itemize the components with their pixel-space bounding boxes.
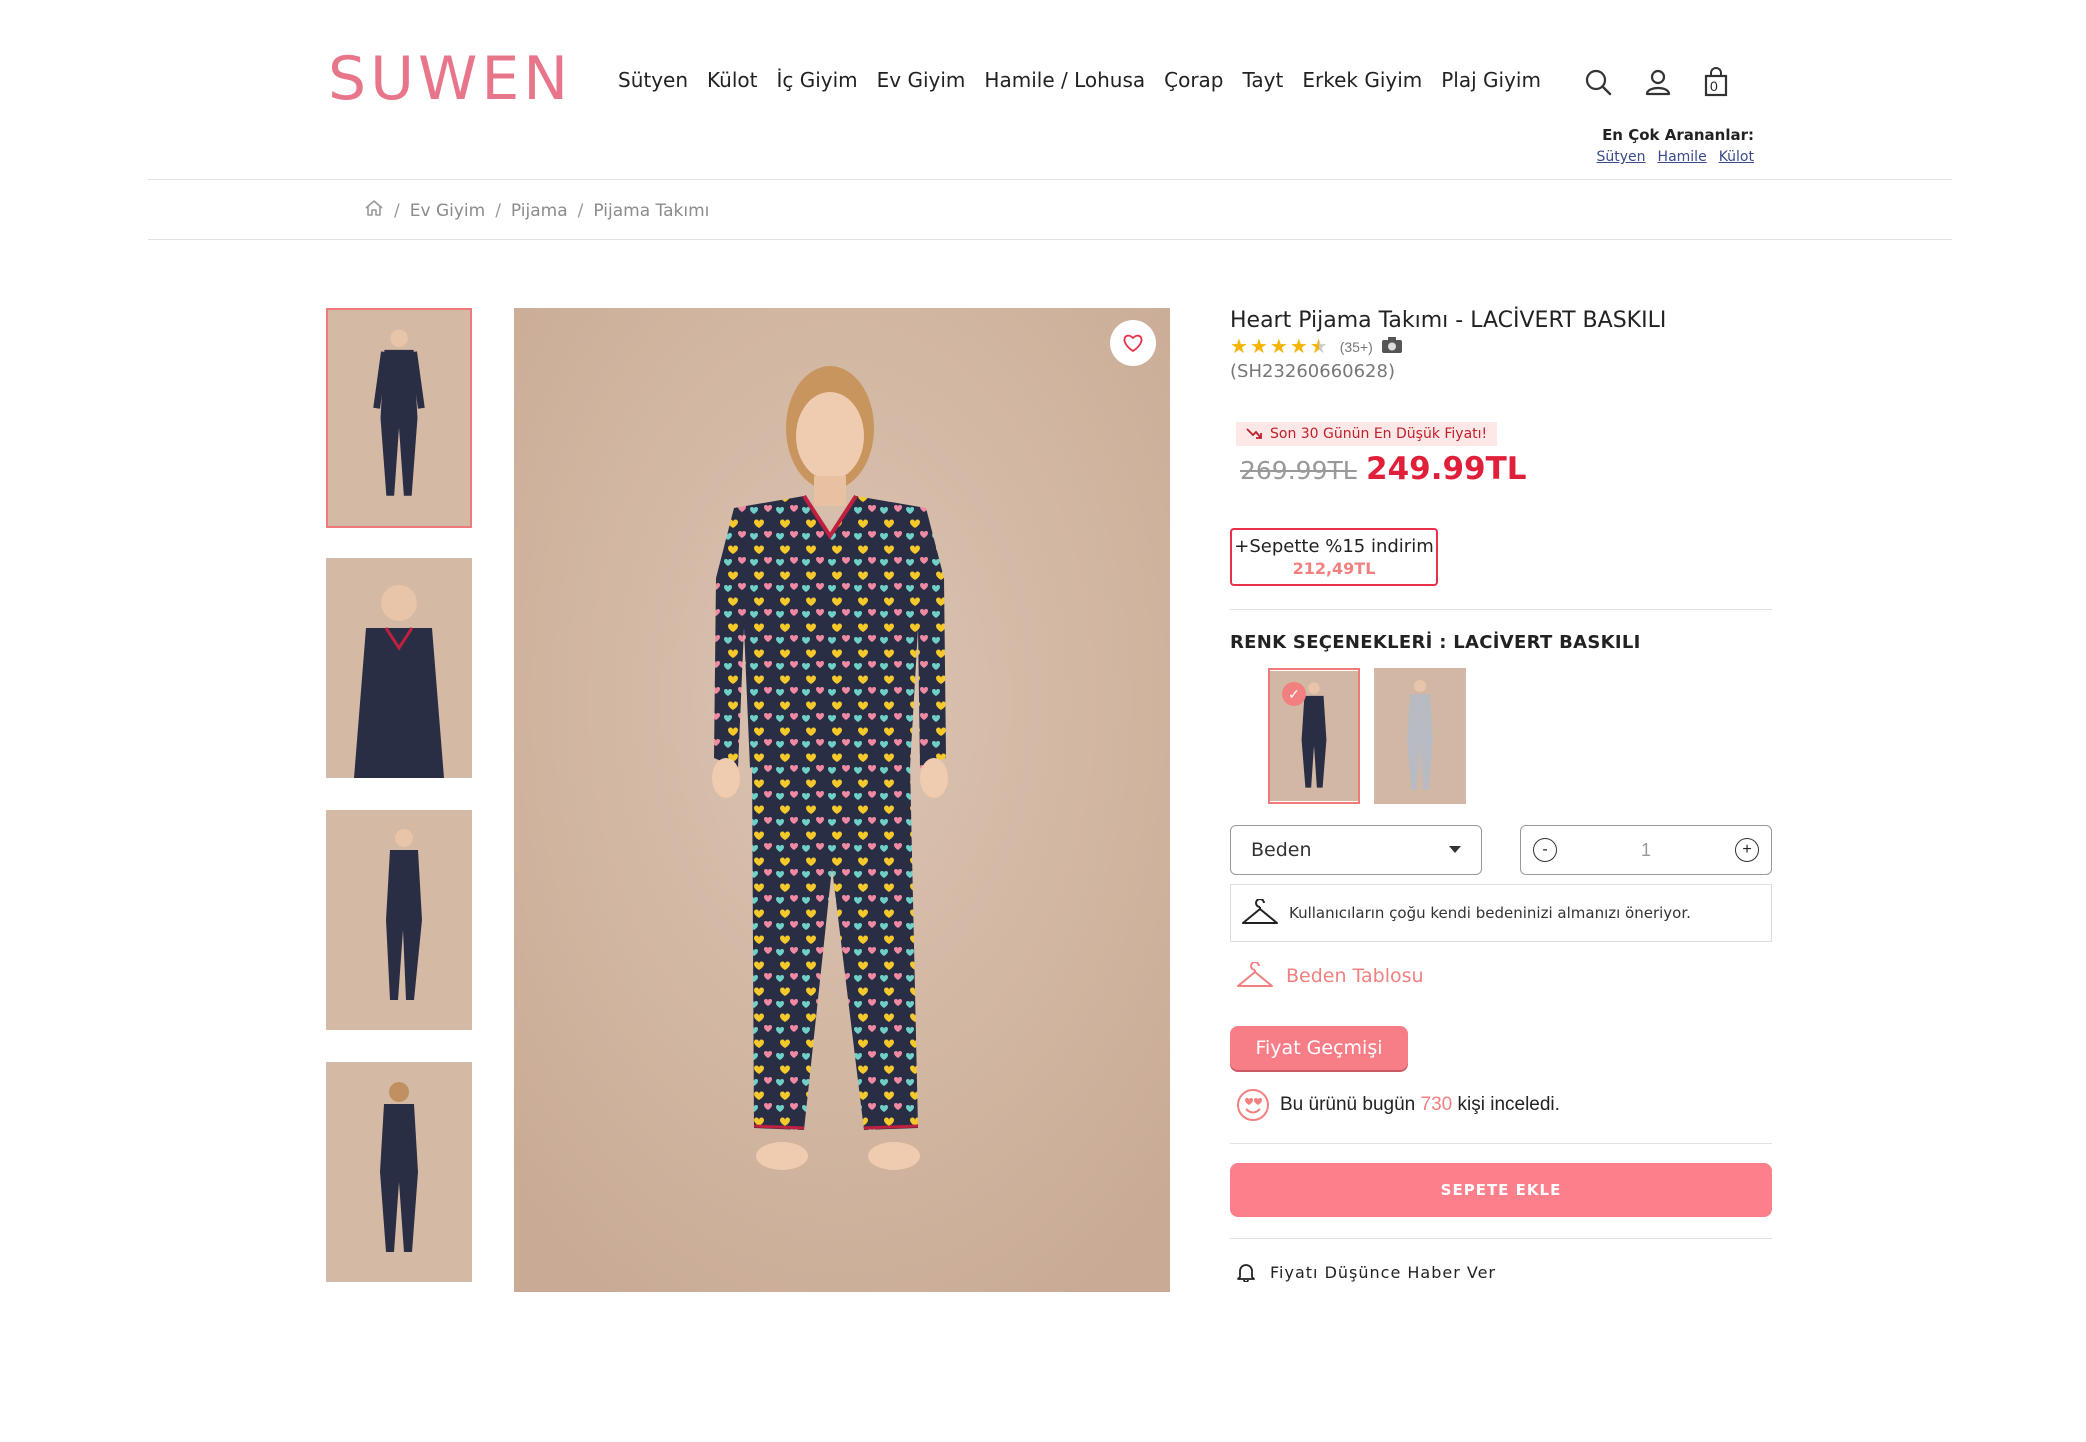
search-icon[interactable] xyxy=(1582,66,1614,98)
logo-text: SUWEN xyxy=(328,44,573,114)
nav-item-erkek-giyim[interactable]: Erkek Giyim xyxy=(1302,68,1422,92)
main-product-image[interactable] xyxy=(514,308,1170,1292)
breadcrumb-divider xyxy=(148,239,1952,240)
trend-down-icon xyxy=(1246,428,1262,439)
nav-item-ev-giyim[interactable]: Ev Giyim xyxy=(877,68,966,92)
half-star-icon: ★ xyxy=(1309,335,1328,358)
viewed-prefix: Bu ürünü bugün xyxy=(1280,1094,1416,1115)
cart-icon[interactable]: 0 xyxy=(1700,66,1732,98)
review-count: (35+) xyxy=(1339,338,1373,355)
nav-item-plaj-giyim[interactable]: Plaj Giyim xyxy=(1441,68,1541,92)
bell-icon xyxy=(1237,1264,1255,1282)
decrement-button[interactable]: - xyxy=(1533,838,1557,862)
breadcrumb-pijama-takimi: Pijama Takımı xyxy=(593,200,710,221)
divider xyxy=(1230,1238,1772,1239)
user-icon[interactable] xyxy=(1642,66,1674,98)
header-divider xyxy=(148,179,1952,180)
favorite-button[interactable] xyxy=(1110,320,1156,366)
thumbnail-3[interactable] xyxy=(326,810,472,1030)
viewed-today: Bu ürünü bugün 730 kişi inceledi. xyxy=(1236,1088,1560,1122)
size-select[interactable]: Beden xyxy=(1230,825,1482,875)
viewed-count: 730 xyxy=(1420,1094,1453,1115)
color-swatch-grey[interactable] xyxy=(1374,668,1466,804)
top-search-link-sutyen[interactable]: Sütyen xyxy=(1597,149,1646,165)
viewed-suffix: kişi inceledi. xyxy=(1457,1094,1560,1115)
top-search-link-hamile[interactable]: Hamile xyxy=(1658,149,1707,165)
notify-price-drop[interactable]: Fiyatı Düşünce Haber Ver xyxy=(1236,1262,1496,1282)
breadcrumb-pijama[interactable]: Pijama xyxy=(511,201,568,221)
color-swatch-navy[interactable]: ✓ xyxy=(1268,668,1360,804)
nav-item-tayt[interactable]: Tayt xyxy=(1243,68,1284,92)
thumbnail-1[interactable] xyxy=(326,308,472,528)
current-price: 249.99TL xyxy=(1366,451,1527,487)
rating[interactable]: ★ ★ ★ ★ ★ (35+) xyxy=(1230,336,1403,357)
size-advice: Kullanıcıların çoğu kendi bedeninizi alm… xyxy=(1230,884,1772,942)
heart-eyes-icon xyxy=(1237,1089,1269,1121)
lowest-price-text: Son 30 Günün En Düşük Fiyatı! xyxy=(1270,426,1488,442)
nav-item-ic-giyim[interactable]: İç Giyim xyxy=(776,68,857,92)
notify-price-text: Fiyatı Düşünce Haber Ver xyxy=(1270,1262,1496,1282)
color-options-label: RENK SEÇENEKLERİ : LACİVERT BASKILI xyxy=(1230,632,1641,653)
lowest-price-badge: Son 30 Günün En Düşük Fiyatı! xyxy=(1236,422,1498,446)
camera-icon xyxy=(1381,336,1403,357)
product-sku: (SH23260660628) xyxy=(1230,361,1395,382)
top-searches-label: En Çok Arananlar: xyxy=(1602,126,1754,144)
star-icon: ★ xyxy=(1230,335,1248,358)
size-advice-text: Kullanıcıların çoğu kendi bedeninizi alm… xyxy=(1289,904,1691,922)
divider xyxy=(1230,1143,1772,1144)
size-select-value: Beden xyxy=(1251,839,1312,861)
caret-down-icon xyxy=(1449,846,1461,853)
hanger-icon xyxy=(1237,962,1273,987)
product-title: Heart Pijama Takımı - LACİVERT BASKILI xyxy=(1230,308,1667,333)
nav-item-corap[interactable]: Çorap xyxy=(1164,68,1223,92)
quantity-input[interactable] xyxy=(1614,838,1678,862)
heart-icon xyxy=(1123,334,1143,353)
hanger-icon xyxy=(1242,899,1278,924)
size-table-link[interactable]: Beden Tablosu xyxy=(1236,962,1424,990)
old-price: 269.99TL xyxy=(1240,456,1357,485)
star-icon: ★ xyxy=(1289,335,1308,358)
thumbnail-2[interactable] xyxy=(326,558,472,778)
size-table-text: Beden Tablosu xyxy=(1286,965,1424,987)
breadcrumb: / Ev Giyim / Pijama / Pijama Takımı xyxy=(364,198,709,223)
logo[interactable]: SUWEN xyxy=(328,44,572,114)
star-icon: ★ xyxy=(1269,335,1288,358)
basket-discount-label: +Sepette %15 indirim xyxy=(1234,536,1434,557)
quantity-stepper: - + xyxy=(1520,825,1772,875)
breadcrumb-ev-giyim[interactable]: Ev Giyim xyxy=(410,201,485,221)
increment-button[interactable]: + xyxy=(1735,838,1759,862)
main-nav: Sütyen Külot İç Giyim Ev Giyim Hamile / … xyxy=(618,68,1560,92)
divider xyxy=(1230,609,1772,610)
top-searches: Sütyen Hamile Külot xyxy=(1597,149,1754,165)
check-icon: ✓ xyxy=(1282,682,1306,706)
add-to-cart-button[interactable]: SEPETE EKLE xyxy=(1230,1163,1772,1217)
basket-price: 212,49TL xyxy=(1292,559,1376,578)
thumbnail-4[interactable] xyxy=(326,1062,472,1282)
nav-item-hamile-lohusa[interactable]: Hamile / Lohusa xyxy=(984,68,1145,92)
nav-item-sutyen[interactable]: Sütyen xyxy=(618,68,688,92)
star-icon: ★ xyxy=(1249,335,1268,358)
cart-count: 0 xyxy=(1710,78,1718,94)
price-history-button[interactable]: Fiyat Geçmişi xyxy=(1230,1026,1408,1070)
top-search-link-kulot[interactable]: Külot xyxy=(1719,149,1754,165)
nav-item-kulot[interactable]: Külot xyxy=(707,68,757,92)
home-icon[interactable] xyxy=(364,198,384,223)
basket-discount-box: +Sepette %15 indirim 212,49TL xyxy=(1230,528,1438,586)
